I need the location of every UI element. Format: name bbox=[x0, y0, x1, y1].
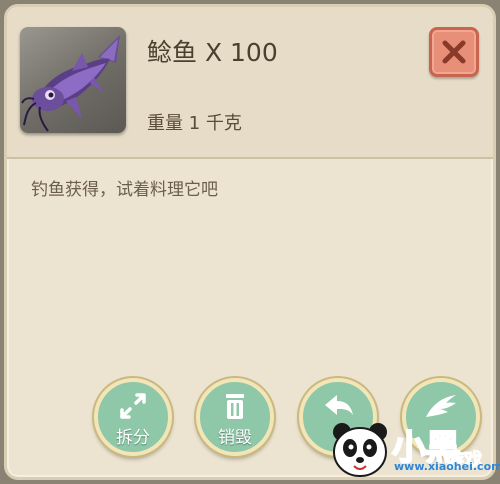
watermark-url: www.xiaohei.com bbox=[394, 460, 500, 473]
split-arrows-icon bbox=[120, 393, 146, 419]
item-header: 鲶鱼 X 100 重量 1 千克 bbox=[7, 7, 493, 159]
close-button[interactable] bbox=[429, 27, 479, 77]
destroy-button[interactable]: 销毁 bbox=[196, 378, 274, 456]
trash-icon bbox=[226, 394, 244, 419]
catfish-icon bbox=[20, 27, 126, 133]
destroy-label: 销毁 bbox=[218, 428, 252, 448]
site-watermark: 小黑 游戏 www.xiaohei.com bbox=[328, 416, 500, 482]
split-label: 拆分 bbox=[116, 428, 150, 448]
item-weight: 重量 1 千克 bbox=[147, 113, 242, 134]
item-description: 钓鱼获得，试着料理它吧 bbox=[31, 180, 218, 200]
item-title: 鲶鱼 X 100 bbox=[147, 38, 278, 67]
close-icon bbox=[442, 40, 466, 64]
split-button[interactable]: 拆分 bbox=[94, 378, 172, 456]
panda-mascot-icon bbox=[333, 423, 387, 477]
